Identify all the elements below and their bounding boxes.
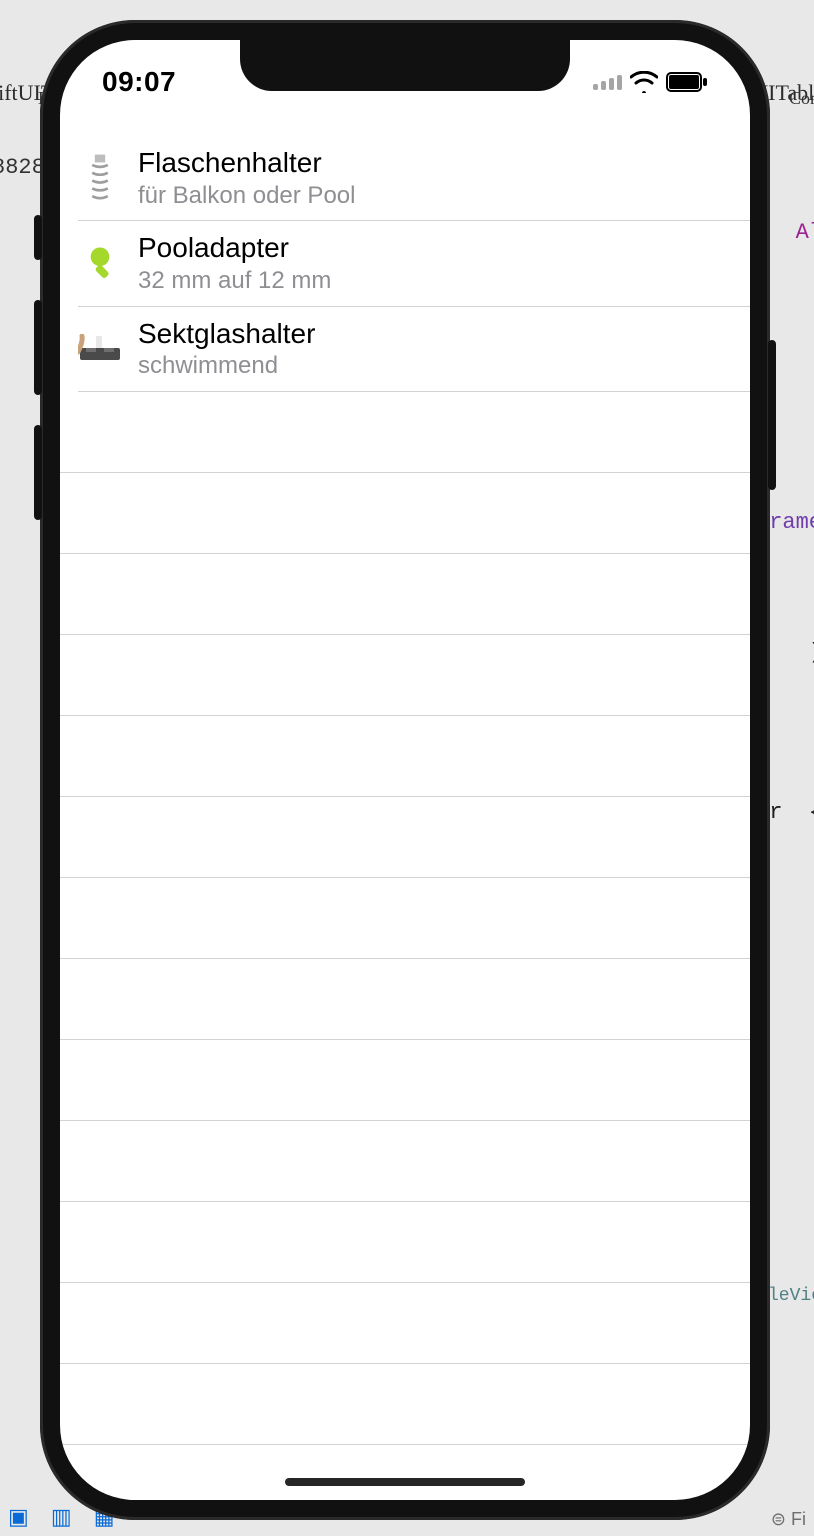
- empty-table-row: [60, 1202, 750, 1282]
- empty-table-row: [60, 1445, 750, 1500]
- volume-up-button[interactable]: [34, 300, 42, 395]
- empty-table-row: [60, 959, 750, 1039]
- empty-table-row: [60, 1040, 750, 1120]
- table-row[interactable]: Sektglashalter schwimmend: [60, 307, 750, 391]
- status-time: 09:07: [102, 54, 176, 98]
- bg-code-paren: ): [809, 640, 814, 665]
- notch: [240, 40, 570, 91]
- iphone-frame: 09:07: [40, 20, 770, 1520]
- row-subtitle: schwimmend: [138, 352, 315, 381]
- green-adapter-icon: [78, 242, 122, 286]
- empty-table-row: [60, 473, 750, 553]
- spring-bottle-holder-icon: [78, 156, 122, 200]
- volume-down-button[interactable]: [34, 425, 42, 520]
- empty-table-row: [60, 878, 750, 958]
- empty-table-row: [60, 1283, 750, 1363]
- bg-code-levie: leVie: [768, 1286, 814, 1306]
- row-subtitle: für Balkon oder Pool: [138, 182, 355, 211]
- row-title: Sektglashalter: [138, 317, 315, 351]
- floating-tray-icon: [78, 327, 122, 371]
- xcode-filter-hint: ⊜ Fi: [771, 1509, 806, 1530]
- bg-toolbar-cont: Cont: [789, 88, 814, 109]
- table-row[interactable]: Pooladapter 32 mm auf 12 mm: [60, 221, 750, 305]
- side-power-button[interactable]: [768, 340, 776, 490]
- empty-table-row: [60, 392, 750, 472]
- row-title: Flaschenhalter: [138, 146, 355, 180]
- home-indicator[interactable]: [285, 1478, 525, 1486]
- screen: 09:07: [60, 40, 750, 1500]
- row-subtitle: 32 mm auf 12 mm: [138, 267, 331, 296]
- wifi-icon: [630, 71, 658, 93]
- bg-line-number: 8828: [0, 155, 45, 180]
- empty-table-row: [60, 635, 750, 715]
- empty-table-row: [60, 1364, 750, 1444]
- row-title: Pooladapter: [138, 231, 331, 265]
- bg-code-rame: rame: [769, 510, 814, 535]
- empty-table-row: [60, 554, 750, 634]
- cellular-dots-icon: [593, 75, 622, 90]
- empty-table-row: [60, 797, 750, 877]
- bg-code-brace: r {: [769, 800, 814, 825]
- battery-icon: [666, 72, 708, 92]
- mute-switch[interactable]: [34, 215, 42, 260]
- bg-code-al: Al: [796, 220, 814, 245]
- table-row[interactable]: Flaschenhalter für Balkon oder Pool: [60, 136, 750, 220]
- empty-rows-region: [60, 392, 750, 1500]
- table-view[interactable]: Flaschenhalter für Balkon oder Pool Pool…: [60, 136, 750, 1500]
- empty-table-row: [60, 1121, 750, 1201]
- empty-table-row: [60, 716, 750, 796]
